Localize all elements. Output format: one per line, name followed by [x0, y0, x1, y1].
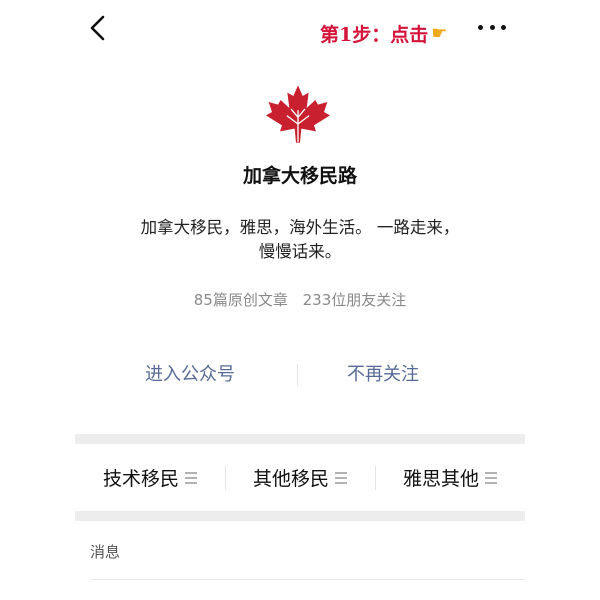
account-actions: 进入公众号 不再关注 [75, 358, 525, 392]
enter-account-button[interactable]: 进入公众号 [145, 358, 235, 392]
more-dots-icon [478, 24, 483, 30]
menu-item-ielts-other[interactable]: 雅思其他 [375, 444, 525, 511]
account-logo [264, 84, 332, 144]
friends-following-count: 233位朋友关注 [302, 291, 407, 309]
more-dot [501, 24, 506, 30]
account-description: 加拿大移民，雅思，海外生活。 一路走来， 慢慢话来。 [140, 218, 460, 261]
official-account-profile-page: 第1步：点击 ☛ 加拿大移民路 加拿大移民，雅思，海外生活。 一路走来， 慢慢话… [0, 0, 600, 600]
more-dot [489, 24, 495, 30]
menu-item-other-immigration[interactable]: 其他移民 [225, 444, 375, 511]
menu-lines-icon [335, 471, 347, 484]
maple-leaf-icon [266, 85, 330, 143]
articles-count: 85篇原创文章 [193, 291, 288, 309]
step-annotation: 第1步：点击 ☛ [320, 20, 447, 47]
messages-section-label: 消息 [90, 543, 121, 561]
menu-item-label: 雅思其他 [402, 468, 479, 490]
menu-lines-icon [485, 471, 497, 484]
pointing-hand-icon: ☛ [431, 22, 448, 44]
unfollow-button[interactable]: 不再关注 [347, 358, 419, 392]
account-name: 加拿大移民路 [242, 165, 357, 187]
chevron-left-icon [90, 15, 105, 41]
account-stats: 85篇原创文章 233位朋友关注 [0, 289, 600, 310]
menu-item-skilled-immigration[interactable]: 技术移民 [75, 444, 225, 511]
section-separator [75, 511, 525, 521]
step-annotation-text: 第1步：点击 [320, 24, 429, 46]
account-menu: 技术移民 其他移民 雅思其他 [75, 444, 525, 511]
menu-item-label: 其他移民 [252, 468, 329, 490]
section-separator [75, 434, 525, 444]
back-button[interactable] [84, 12, 112, 44]
menu-lines-icon [185, 471, 197, 484]
messages-divider [90, 579, 525, 580]
more-button[interactable] [478, 20, 506, 34]
menu-item-label: 技术移民 [102, 468, 179, 490]
action-divider [297, 364, 298, 386]
